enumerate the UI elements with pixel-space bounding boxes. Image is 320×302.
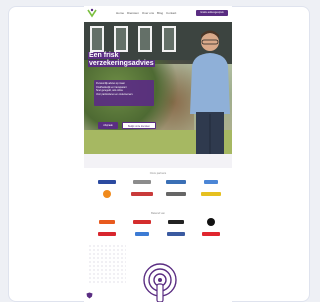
window-decoration — [138, 26, 152, 52]
featured-logo — [92, 218, 123, 226]
partner-logo — [127, 190, 158, 198]
wireless-tower-icon — [143, 263, 177, 302]
hero-headline: Een frisk verzekeringsadvies — [88, 52, 155, 68]
partner-logo — [161, 178, 192, 186]
partner-logo — [161, 190, 192, 198]
partner-logo — [196, 190, 227, 198]
site-header: Home Diensten Over ons Blog Contact Grat… — [84, 6, 232, 22]
featured-logo — [161, 218, 192, 226]
featured-logo — [161, 230, 192, 238]
partner-logos-grid — [92, 178, 226, 198]
dot-pattern-decoration — [88, 244, 126, 284]
hero-person-photo — [190, 30, 230, 154]
window-decoration — [114, 26, 128, 52]
hero-primary-button[interactable]: Afspraak — [98, 122, 118, 129]
featured-logo — [196, 230, 227, 238]
hero-headline-line1: Een frisk — [88, 52, 120, 59]
hero-buttons: Afspraak Bekijk onze diensten — [98, 122, 156, 129]
featured-title: Bekend van — [151, 212, 165, 215]
partner-logo — [127, 178, 158, 186]
header-cta-button[interactable]: Gratis adviesgesprek — [196, 10, 228, 16]
nav-item-over-ons[interactable]: Over ons — [142, 11, 154, 15]
nav-item-blog[interactable]: Blog — [157, 11, 163, 15]
nav-item-home[interactable]: Home — [116, 11, 124, 15]
main-nav: Home Diensten Over ons Blog Contact — [116, 11, 176, 15]
featured-logos-grid — [92, 218, 226, 238]
featured-logo — [196, 218, 227, 226]
section-divider — [84, 154, 232, 168]
partner-logo — [92, 190, 123, 198]
featured-logo — [92, 230, 123, 238]
panel-line: Voor particulieren en ondernemers — [96, 92, 133, 96]
featured-logo — [127, 230, 158, 238]
shield-icon — [86, 292, 93, 299]
hero-headline-line2: verzekeringsadvies — [88, 60, 155, 67]
brand-logo-icon[interactable] — [87, 8, 97, 18]
featured-logo — [127, 218, 158, 226]
nav-item-diensten[interactable]: Diensten — [127, 11, 139, 15]
window-decoration — [162, 26, 176, 52]
window-decoration — [90, 26, 104, 52]
hero-info-panel: Persoonlijk advies op maat Onafhankelijk… — [94, 80, 154, 106]
partner-logo — [92, 178, 123, 186]
website-preview: Home Diensten Over ons Blog Contact Grat… — [84, 6, 232, 302]
hero-section: Een frisk verzekeringsadvies Persoonlijk… — [84, 22, 232, 154]
hero-secondary-button[interactable]: Bekijk onze diensten — [122, 122, 156, 129]
partner-logo — [196, 178, 227, 186]
partners-title: Onze partners — [149, 172, 167, 175]
nav-item-contact[interactable]: Contact — [166, 11, 176, 15]
